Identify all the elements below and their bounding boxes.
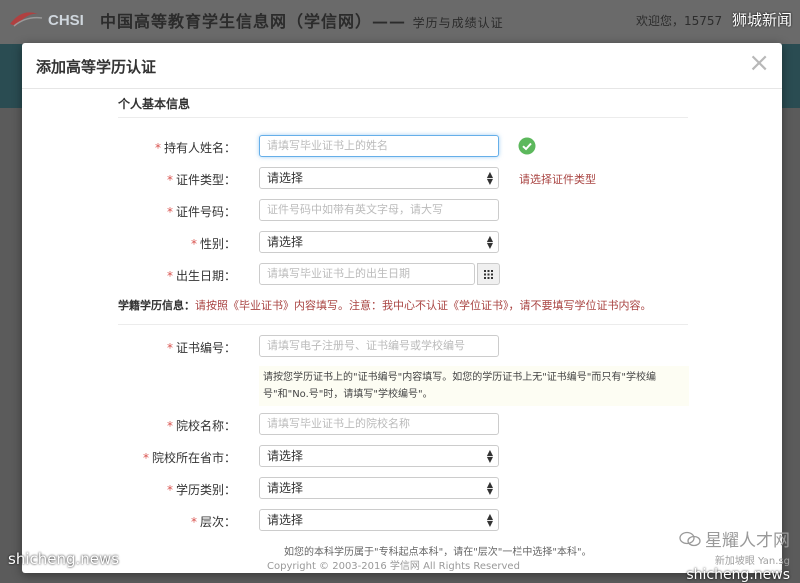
gender-label: * 性别： [190,237,236,251]
cert-no-input[interactable]: 请填写电子注册号、证书编号或学校编号 [259,335,499,357]
personal-section-title: 个人基本信息 [118,97,191,111]
background-header: CHSI 中国高等教育学生信息网（学信网）—— 学历与成绩认证 欢迎您，1575… [0,0,800,44]
gender-select[interactable]: 请选择 ▲ ▼ [259,231,499,253]
id-type-label: * 证件类型： [166,173,236,187]
watermark-top-right: 狮城新闻 [731,11,792,29]
birth-date-input[interactable]: 请填写毕业证书上的出生日期 [259,263,475,285]
modal-title: 添加高等学历认证 [36,58,157,76]
calendar-button[interactable] [477,263,500,285]
gender-row: * 性别： 请选择 ▲ ▼ [22,231,782,255]
chsi-brand: CHSI [48,12,84,29]
watermark-bottom-right: 星耀人才网 新加坡眼 Yan.sg shicheng.news [679,526,790,583]
updown-arrow-icon: ▲ ▼ [486,512,493,528]
level-select[interactable]: 请选择 ▲ ▼ [259,509,499,531]
updown-arrow-icon: ▲ ▼ [486,480,493,496]
chsi-logo-icon [10,12,43,27]
user-info: 欢迎您，15757 [636,14,723,28]
edu-type-select[interactable]: 请选择 ▲ ▼ [259,477,499,499]
chat-bubbles-icon [679,531,701,546]
watermark-bottom-left: shicheng.news [8,550,120,568]
id-number-label: * 证件号码： [166,205,236,219]
modal-header: 添加高等学历认证 × [22,43,782,89]
edu-type-row: * 学历类别： 请选择 ▲ ▼ [22,477,782,501]
updown-arrow-icon: ▲ ▼ [486,448,493,464]
level-row: * 层次： 请选择 ▲ ▼ [22,509,782,533]
education-note: 请按照《毕业证书》内容填写。注意：我中心不认证《学位证书》，请不要填写学位证书内… [195,299,652,312]
watermark-brand-sub: 新加坡眼 Yan.sg [714,556,790,567]
school-input[interactable]: 请填写毕业证书上的院校名称 [259,413,499,435]
level-hint: 如您的本科学历属于"专科起点本科"，请在"层次"一栏中选择"本科"。 [284,547,592,558]
name-row: * 持有人姓名： 请填写毕业证书上的姓名 [22,135,782,159]
id-type-row: * 证件类型： 请选择 ▲ ▼ 请选择证件类型 [22,167,782,191]
province-label: * 院校所在省市： [142,451,236,465]
edu-type-label: * 学历类别： [166,483,236,497]
name-label: * 持有人姓名： [154,141,236,155]
check-circle-icon [518,137,536,155]
birth-date-row: * 出生日期： 请填写毕业证书上的出生日期 [22,263,782,287]
cert-no-row: * 证书编号： 请填写电子注册号、证书编号或学校编号 [22,335,782,359]
copyright-footer: Copyright © 2003-2016 学信网 All Rights Res… [267,561,520,572]
id-number-input[interactable]: 证件号码中如带有英文字母，请大写 [259,199,499,221]
cert-no-label: * 证书编号： [166,341,236,355]
cert-no-help: 请按您学历证书上的"证书编号"内容填写。如您的学历证书上无"证书编号"而只有"学… [259,366,689,406]
site-title: 中国高等教育学生信息网（学信网）—— 学历与成绩认证 [100,12,504,31]
section-divider [118,117,688,118]
id-type-select[interactable]: 请选择 ▲ ▼ [259,167,499,189]
school-row: * 院校名称： 请填写毕业证书上的院校名称 [22,413,782,437]
id-type-error: 请选择证件类型 [519,173,596,186]
section-divider [118,324,688,325]
education-section-title: 学籍学历信息：请按照《毕业证书》内容填写。注意：我中心不认证《学位证书》，请不要… [118,299,652,312]
calendar-icon [484,270,493,279]
level-label: * 层次： [190,515,236,529]
school-label: * 院校名称： [166,419,236,433]
add-degree-modal: 添加高等学历认证 × 个人基本信息 * 持有人姓名： 请填写毕业证书上的姓名 * 证… [22,43,782,573]
close-icon[interactable]: × [748,50,770,76]
updown-arrow-icon: ▲ ▼ [486,234,493,250]
name-input[interactable]: 请填写毕业证书上的姓名 [259,135,499,157]
watermark-brand: 星耀人才网 [679,526,790,551]
birth-date-label: * 出生日期： [166,269,236,283]
updown-arrow-icon: ▲ ▼ [486,170,493,186]
province-select[interactable]: 请选择 ▲ ▼ [259,445,499,467]
province-row: * 院校所在省市： 请选择 ▲ ▼ [22,445,782,469]
watermark-url: shicheng.news [686,567,790,583]
id-number-row: * 证件号码： 证件号码中如带有英文字母，请大写 [22,199,782,223]
